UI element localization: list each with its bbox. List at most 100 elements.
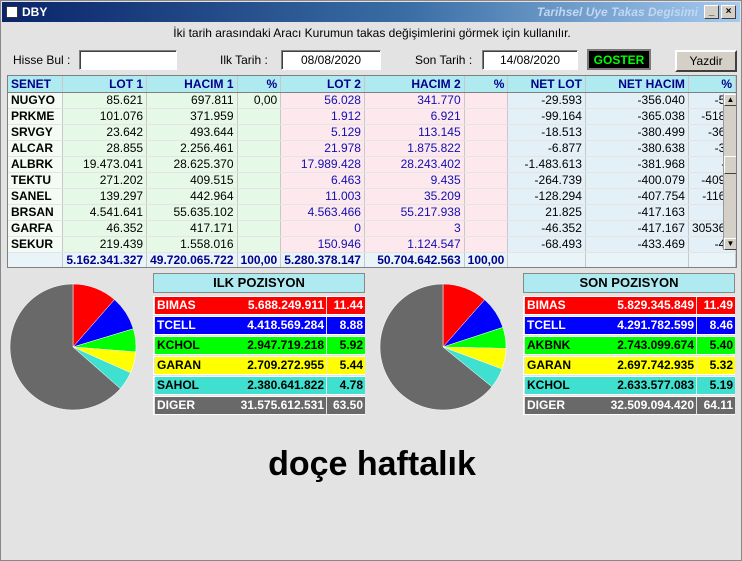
data-grid[interactable]: SENET LOT 1 HACIM 1 % LOT 2 HACIM 2 % NE… xyxy=(7,75,737,268)
table-cell: 219.439 xyxy=(62,236,148,253)
table-cell: 1.875.822 xyxy=(364,140,465,157)
table-cell: -6.877 xyxy=(507,140,586,157)
end-date-field[interactable]: 14/08/2020 xyxy=(482,50,578,70)
table-cell xyxy=(237,124,282,141)
table-cell: -380.638 xyxy=(585,140,689,157)
position-name: TCELL xyxy=(525,317,583,334)
position-row[interactable]: BIMAS 5.829.345.849 11.49 xyxy=(523,296,735,315)
table-cell: SEKUR xyxy=(8,236,64,253)
scroll-up-icon[interactable]: ▲ xyxy=(724,94,736,106)
table-cell xyxy=(464,220,509,237)
total-cell: 100,00 xyxy=(237,252,282,267)
table-row[interactable]: GARFA 46.352 417.171 0 3 -46.352 -417.167 30536… xyxy=(8,220,736,237)
total-cell: 100,00 xyxy=(464,252,509,267)
position-row[interactable]: BIMAS 5.688.249.911 11.44 xyxy=(153,296,365,315)
table-cell: 0 xyxy=(280,220,365,237)
table-cell: 5.129 xyxy=(280,124,365,141)
table-cell: 271.202 xyxy=(62,172,148,189)
table-cell: 9.435 xyxy=(364,172,465,189)
table-row[interactable]: TEKTU 271.202 409.515 6.463 9.435 -264.739 -40… xyxy=(8,172,736,189)
table-cell: PRKME xyxy=(8,108,64,125)
table-row[interactable]: NUGYO 85.621 697.811 0,00 56.028 341.770 -29.5… xyxy=(8,92,736,109)
table-row[interactable]: PRKME 101.076 371.959 1.912 6.921 -99.164 -365… xyxy=(8,108,736,125)
close-icon[interactable]: × xyxy=(721,5,736,19)
table-cell: 493.644 xyxy=(146,124,238,141)
table-row[interactable]: BRSAN 4.541.641 55.635.102 4.563.466 55.217.… xyxy=(8,204,736,221)
table-cell xyxy=(464,236,509,253)
table-cell: -128.294 xyxy=(507,188,586,205)
table-cell xyxy=(237,156,282,173)
vertical-scrollbar[interactable]: ▲ ▼ xyxy=(723,94,736,250)
app-icon xyxy=(6,6,18,18)
table-cell: 101.076 xyxy=(62,108,148,125)
position-row[interactable]: DIGER 32.509.094.420 64.11 xyxy=(523,396,735,415)
position-value: 5.688.249.911 xyxy=(213,297,326,314)
title-bar[interactable]: DBY Tarihsel Uye Takas Degisimi _ × xyxy=(2,2,740,22)
total-cell xyxy=(688,252,736,267)
table-cell: 21.825 xyxy=(507,204,586,221)
total-cell xyxy=(8,252,64,267)
position-row[interactable]: GARAN 2.697.742.935 5.32 xyxy=(523,356,735,375)
total-cell xyxy=(585,252,689,267)
position-row[interactable]: KCHOL 2.947.719.218 5.92 xyxy=(153,336,365,355)
table-cell xyxy=(464,140,509,157)
table-row[interactable]: SANEL 139.297 442.964 11.003 35.209 -128.294-… xyxy=(8,188,736,205)
print-button[interactable]: Yazdir xyxy=(675,50,737,72)
table-row[interactable]: SEKUR 219.439 1.558.016 150.946 1.124.547 -68… xyxy=(8,236,736,253)
table-cell xyxy=(464,92,509,109)
table-cell: 4.541.641 xyxy=(62,204,148,221)
table-cell: 113.145 xyxy=(364,124,465,141)
table-cell xyxy=(237,204,282,221)
scroll-thumb[interactable] xyxy=(724,156,736,174)
table-cell: 85.621 xyxy=(62,92,148,109)
show-button[interactable]: GOSTER xyxy=(587,49,651,70)
table-cell: 1.912 xyxy=(280,108,365,125)
table-cell: 11.003 xyxy=(280,188,365,205)
table-cell: TEKTU xyxy=(8,172,64,189)
table-cell: 55.217.938 xyxy=(364,204,465,221)
position-row[interactable]: SAHOL 2.380.641.822 4.78 xyxy=(153,376,365,395)
col-hacim2[interactable]: HACIM 2 xyxy=(364,76,465,93)
table-cell: ALBRK xyxy=(8,156,64,173)
position-row[interactable]: KCHOL 2.633.577.083 5.19 xyxy=(523,376,735,395)
col-pct3[interactable]: % xyxy=(688,76,736,93)
table-cell: -264.739 xyxy=(507,172,586,189)
position-row[interactable]: AKBNK 2.743.099.674 5.40 xyxy=(523,336,735,355)
position-name: DIGER xyxy=(155,397,213,414)
position-name: BIMAS xyxy=(525,297,583,314)
position-pct: 11.49 xyxy=(697,297,735,314)
table-cell xyxy=(464,188,509,205)
table-cell: 0,00 xyxy=(237,92,282,109)
search-input[interactable] xyxy=(79,50,177,70)
position-value: 2.709.272.955 xyxy=(213,357,326,374)
col-netlot[interactable]: NET LOT xyxy=(507,76,586,93)
position-row[interactable]: TCELL 4.418.569.284 8.88 xyxy=(153,316,365,335)
position-name: BIMAS xyxy=(155,297,213,314)
position-row[interactable]: TCELL 4.291.782.599 8.46 xyxy=(523,316,735,335)
position-pct: 4.78 xyxy=(327,377,365,394)
table-cell xyxy=(237,172,282,189)
table-row[interactable]: SRVGY 23.642 493.644 5.129 113.145 -18.513 -38… xyxy=(8,124,736,141)
position-name: AKBNK xyxy=(525,337,583,354)
table-cell: 35.209 xyxy=(364,188,465,205)
table-cell xyxy=(237,220,282,237)
col-pct2[interactable]: % xyxy=(464,76,509,93)
col-hacim1[interactable]: HACIM 1 xyxy=(146,76,238,93)
table-row[interactable]: ALCAR 28.855 2.256.461 21.978 1.875.822 -6.87… xyxy=(8,140,736,157)
table-cell: SANEL xyxy=(8,188,64,205)
table-row[interactable]: ALBRK 19.473.041 28.625.370 17.989.428 28.24… xyxy=(8,156,736,173)
total-cell: 50.704.642.563 xyxy=(364,252,465,267)
scroll-down-icon[interactable]: ▼ xyxy=(724,238,736,250)
col-nethacim[interactable]: NET HACIM xyxy=(585,76,689,93)
minimize-icon[interactable]: _ xyxy=(704,5,719,19)
col-lot2[interactable]: LOT 2 xyxy=(280,76,365,93)
col-lot1[interactable]: LOT 1 xyxy=(62,76,148,93)
position-row[interactable]: GARAN 2.709.272.955 5.44 xyxy=(153,356,365,375)
position-value: 2.633.577.083 xyxy=(583,377,696,394)
table-cell: -433.469 xyxy=(585,236,689,253)
table-cell xyxy=(237,188,282,205)
col-senet[interactable]: SENET xyxy=(8,76,64,93)
start-date-field[interactable]: 08/08/2020 xyxy=(281,50,381,70)
col-pct1[interactable]: % xyxy=(237,76,282,93)
position-row[interactable]: DIGER 31.575.612.531 63.50 xyxy=(153,396,365,415)
